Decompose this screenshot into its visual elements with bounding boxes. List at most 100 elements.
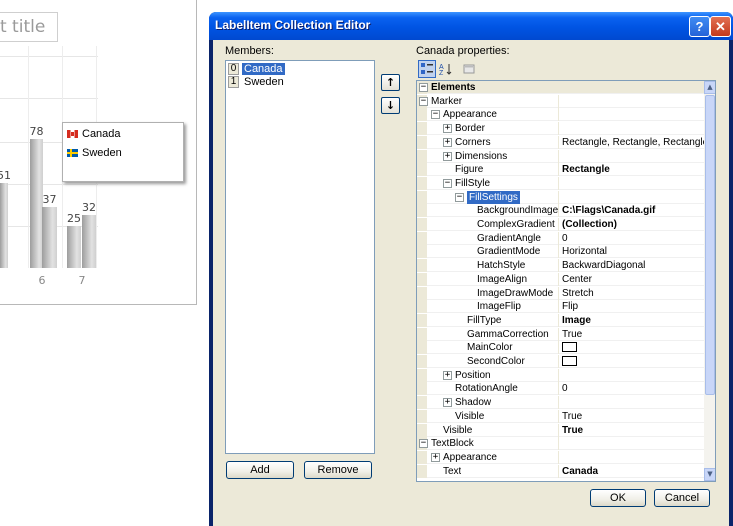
collapse-icon[interactable]: − — [419, 96, 428, 106]
property-value[interactable] — [558, 368, 704, 382]
remove-button[interactable]: Remove — [304, 461, 372, 479]
property-value[interactable] — [558, 94, 704, 108]
add-button[interactable]: Add — [226, 461, 294, 479]
property-value[interactable] — [558, 176, 704, 190]
property-value[interactable]: True — [558, 409, 704, 423]
dialog-title: LabelItem Collection Editor — [215, 18, 371, 32]
property-row-appearance[interactable]: + Appearance — [417, 450, 704, 464]
property-value[interactable] — [558, 355, 704, 368]
help-button[interactable]: ? — [689, 16, 710, 37]
cancel-button[interactable]: Cancel — [654, 489, 710, 507]
property-value[interactable]: Stretch — [558, 286, 704, 300]
row-gutter — [417, 190, 427, 204]
title-bar[interactable]: LabelItem Collection Editor ? ✕ — [209, 12, 733, 40]
collapse-icon[interactable]: − — [419, 83, 428, 92]
property-value[interactable]: 0 — [558, 231, 704, 245]
property-row-rotationangle[interactable]: RotationAngle 0 — [417, 382, 704, 396]
property-value[interactable]: Rectangle, Rectangle, Rectangle, Rec — [558, 135, 704, 149]
property-name: Visible — [443, 424, 473, 436]
scroll-thumb[interactable] — [705, 95, 715, 395]
scroll-up-icon[interactable]: ▲ — [704, 81, 715, 94]
alphabetical-view-icon[interactable]: AZ — [437, 60, 455, 78]
expand-icon[interactable]: + — [443, 124, 452, 134]
property-row-figure[interactable]: Figure Rectangle — [417, 163, 704, 177]
expand-icon[interactable]: + — [443, 398, 452, 408]
expand-icon[interactable]: + — [443, 370, 452, 380]
property-value[interactable]: Horizontal — [558, 245, 704, 259]
property-row-visible[interactable]: Visible True — [417, 423, 704, 437]
property-value[interactable] — [558, 341, 704, 355]
property-grid-scrollbar[interactable]: ▲ ▼ — [704, 81, 715, 481]
property-value[interactable] — [558, 122, 704, 136]
property-value[interactable] — [558, 437, 704, 451]
collapse-icon[interactable]: − — [419, 439, 428, 449]
scroll-down-icon[interactable]: ▼ — [704, 468, 715, 481]
property-value[interactable]: (Collection) — [558, 218, 704, 231]
property-row-hatchstyle[interactable]: HatchStyle BackwardDiagonal — [417, 259, 704, 273]
property-value[interactable]: BackwardDiagonal — [558, 259, 704, 273]
property-grid[interactable]: − Elements − Marker − Appearance + Border + Corne… — [416, 80, 716, 482]
expand-icon[interactable]: + — [443, 151, 452, 161]
members-list[interactable]: 0 Canada 1 Sweden — [225, 60, 375, 454]
property-row-corners[interactable]: +Corners Rectangle, Rectangle, Rectangle,… — [417, 135, 704, 149]
collapse-icon[interactable]: − — [443, 178, 452, 188]
row-gutter — [417, 286, 427, 300]
property-row-text[interactable]: Text Canada — [417, 464, 704, 478]
property-row-complexgradient[interactable]: ComplexGradient (Collection) — [417, 218, 704, 231]
categorized-view-icon[interactable] — [418, 60, 436, 78]
property-row-imagealign[interactable]: ImageAlign Center — [417, 272, 704, 286]
collapse-icon[interactable]: − — [431, 110, 440, 120]
property-value[interactable]: 0 — [558, 382, 704, 396]
collapse-icon[interactable]: − — [455, 192, 464, 202]
property-value[interactable]: True — [558, 327, 704, 341]
move-up-button[interactable]: ↑ — [381, 74, 400, 91]
property-value[interactable]: Center — [558, 272, 704, 286]
property-value[interactable]: True — [558, 423, 704, 437]
color-swatch[interactable] — [562, 355, 577, 366]
property-name: Appearance — [443, 451, 497, 463]
property-row-imagedrawmode[interactable]: ImageDrawMode Stretch — [417, 286, 704, 300]
ok-button[interactable]: OK — [590, 489, 646, 507]
property-row-gradientmode[interactable]: GradientMode Horizontal — [417, 245, 704, 259]
property-row-textblock[interactable]: − TextBlock — [417, 437, 704, 451]
close-button[interactable]: ✕ — [710, 16, 731, 37]
move-down-button[interactable]: ↓ — [381, 97, 400, 114]
property-row-shadow[interactable]: + Shadow — [417, 396, 704, 410]
member-item-canada[interactable]: 0 Canada — [228, 62, 285, 75]
property-value[interactable] — [558, 450, 704, 464]
property-value[interactable]: C:\Flags\Canada.gif — [558, 204, 704, 218]
property-row-secondcolor[interactable]: SecondColor — [417, 355, 704, 368]
property-row-elements[interactable]: − Elements — [417, 81, 704, 94]
property-row-maincolor[interactable]: MainColor — [417, 341, 704, 355]
expand-icon[interactable]: + — [443, 137, 452, 147]
sweden-flag-icon — [67, 149, 78, 157]
property-value[interactable]: Image — [558, 313, 704, 327]
property-value[interactable] — [558, 190, 704, 204]
property-row-gradientangle[interactable]: GradientAngle 0 — [417, 231, 704, 245]
property-value[interactable] — [558, 149, 704, 163]
properties-label: Canada properties: — [416, 45, 510, 57]
property-name: FillSettings — [467, 190, 520, 204]
property-row-fillsettings[interactable]: − FillSettings — [417, 190, 704, 204]
property-name: GradientMode — [477, 246, 541, 258]
property-row-filltype[interactable]: FillType Image — [417, 313, 704, 327]
property-row-gammacorrection[interactable]: GammaCorrection True — [417, 327, 704, 341]
color-swatch[interactable] — [562, 342, 577, 353]
property-value[interactable] — [558, 396, 704, 410]
property-row-position[interactable]: + Position — [417, 368, 704, 382]
expand-icon[interactable]: + — [431, 452, 440, 462]
member-item-sweden[interactable]: 1 Sweden — [228, 75, 286, 88]
property-row-backgroundimage[interactable]: BackgroundImage C:\Flags\Canada.gif — [417, 204, 704, 218]
property-value[interactable]: Flip — [558, 300, 704, 314]
property-row-marker[interactable]: − Marker — [417, 94, 704, 108]
property-row-dimensions[interactable]: + Dimensions — [417, 149, 704, 163]
property-row-imageflip[interactable]: ImageFlip Flip — [417, 300, 704, 314]
property-row-fillstyle[interactable]: − FillStyle — [417, 176, 704, 190]
property-value[interactable]: Rectangle — [558, 163, 704, 177]
property-pages-icon[interactable] — [460, 60, 478, 78]
property-row-visible[interactable]: Visible True — [417, 409, 704, 423]
property-row-appearance[interactable]: − Appearance — [417, 108, 704, 122]
property-row-border[interactable]: + Border — [417, 122, 704, 136]
property-value[interactable]: Canada — [558, 464, 704, 478]
property-value[interactable] — [558, 108, 704, 122]
